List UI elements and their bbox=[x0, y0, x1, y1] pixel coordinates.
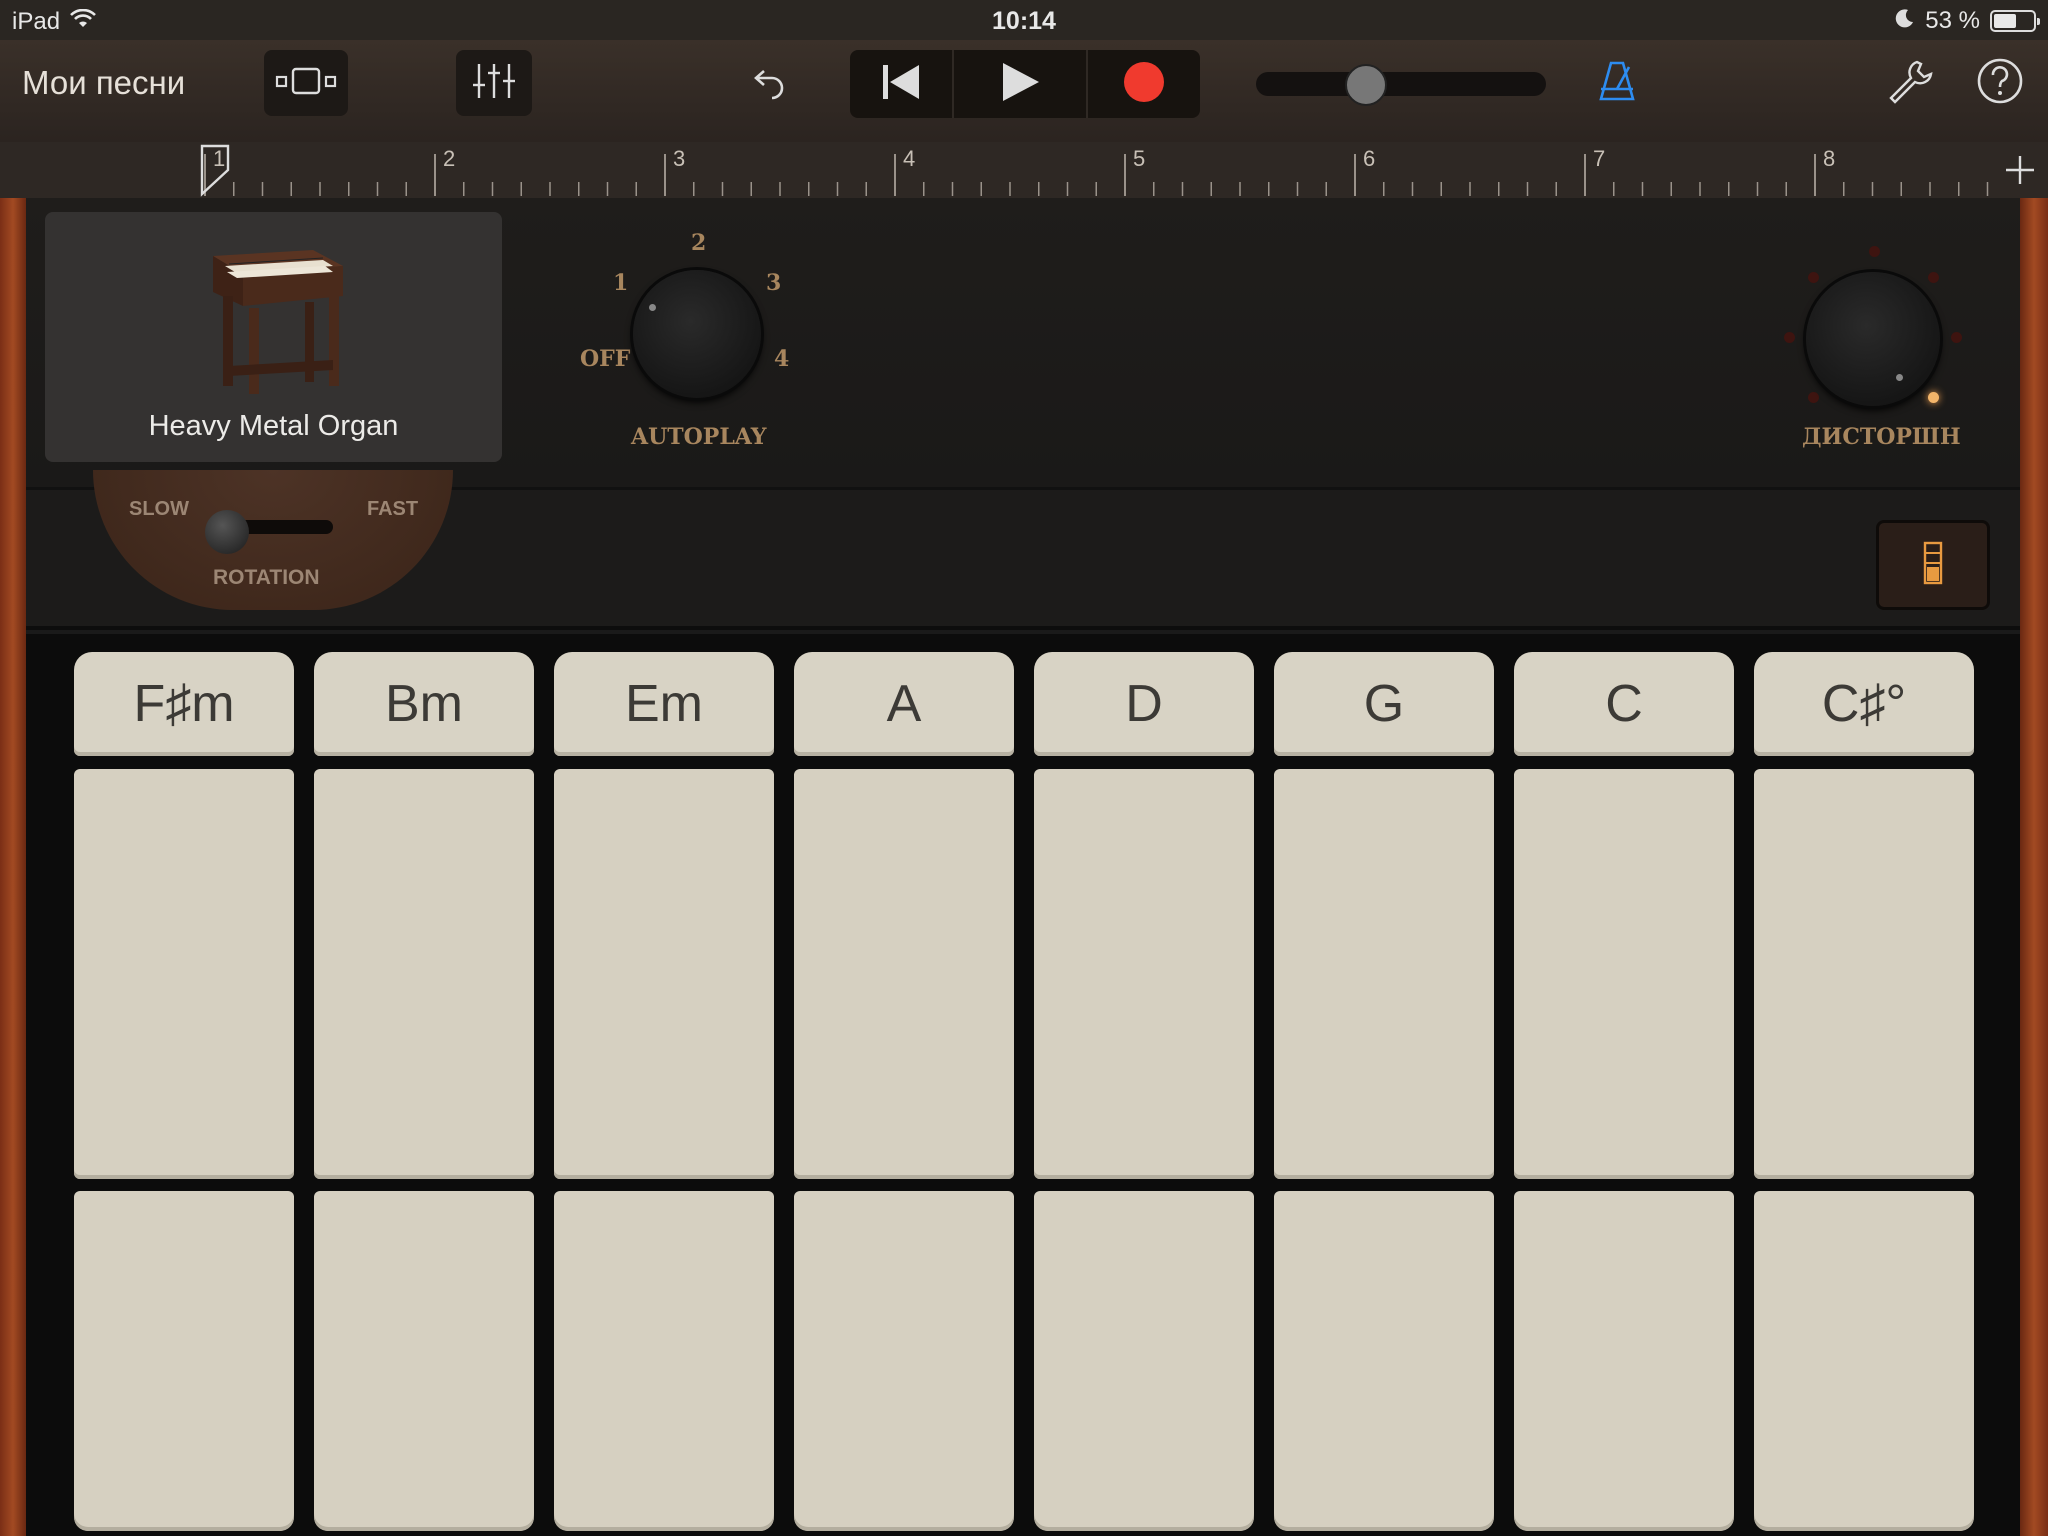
autoplay-knob-indicator bbox=[649, 304, 656, 311]
ruler-bar-number: 2 bbox=[443, 146, 456, 171]
distortion-label: ДИСТОРШН bbox=[1802, 424, 1961, 450]
chord-pad-upper[interactable] bbox=[74, 769, 294, 1179]
rewind-button[interactable] bbox=[850, 50, 954, 118]
ruler-bar-number: 7 bbox=[1593, 146, 1606, 171]
rotation-slow-label: SLOW bbox=[129, 498, 189, 520]
record-button[interactable] bbox=[1088, 50, 1200, 118]
chord-pad-upper[interactable] bbox=[794, 769, 1014, 1179]
mixer-icon bbox=[471, 61, 517, 106]
chord-pad-lower[interactable] bbox=[794, 1191, 1014, 1531]
autoplay-knob[interactable] bbox=[633, 270, 761, 398]
chord-button[interactable]: C♯° bbox=[1754, 652, 1974, 756]
autoplay-pos-4[interactable]: 4 bbox=[774, 346, 789, 372]
drawbar-view-button[interactable] bbox=[1876, 520, 1990, 610]
autoplay-pos-1[interactable]: 1 bbox=[613, 270, 628, 296]
autoplay-pos-2[interactable]: 2 bbox=[691, 230, 706, 256]
autoplay-label: AUTOPLAY bbox=[631, 424, 767, 450]
rotation-label: ROTATION bbox=[213, 566, 320, 589]
chord-pad-upper[interactable] bbox=[1274, 769, 1494, 1179]
record-icon bbox=[1122, 60, 1166, 109]
transport-controls bbox=[850, 50, 1200, 118]
distortion-led-active bbox=[1928, 392, 1939, 403]
chord-pad-lower[interactable] bbox=[74, 1191, 294, 1531]
metronome-icon bbox=[1597, 59, 1637, 108]
play-icon bbox=[999, 61, 1041, 108]
toolbar: Мои песни bbox=[0, 40, 2048, 142]
distortion-knob-indicator bbox=[1896, 374, 1903, 381]
chord-pad-upper[interactable] bbox=[1754, 769, 1974, 1179]
playhead-icon[interactable] bbox=[200, 144, 232, 203]
settings-button[interactable] bbox=[1882, 50, 1938, 116]
distortion-led bbox=[1928, 272, 1939, 283]
distortion-knob[interactable] bbox=[1806, 272, 1940, 406]
distortion-led bbox=[1869, 246, 1880, 257]
chord-strips: F♯m Bm Em A D G C C♯° bbox=[26, 634, 2020, 1536]
chord-button[interactable]: G bbox=[1274, 652, 1494, 756]
ruler-bar-number: 4 bbox=[903, 146, 916, 171]
battery-fill bbox=[1994, 14, 2017, 28]
chord-button[interactable]: F♯m bbox=[74, 652, 294, 756]
distortion-led bbox=[1808, 392, 1819, 403]
chord-pad-upper[interactable] bbox=[1514, 769, 1734, 1179]
chord-pad-lower[interactable] bbox=[314, 1191, 534, 1531]
distortion-led bbox=[1808, 272, 1819, 283]
undo-icon bbox=[750, 61, 790, 106]
organ-image bbox=[193, 236, 353, 401]
volume-slider-handle[interactable] bbox=[1345, 64, 1388, 106]
chord-pad-upper[interactable] bbox=[1034, 769, 1254, 1179]
ruler-bar-number: 3 bbox=[673, 146, 686, 171]
wrench-icon bbox=[1887, 58, 1933, 109]
chord-pad-lower[interactable] bbox=[1514, 1191, 1734, 1531]
volume-slider[interactable] bbox=[1256, 72, 1546, 96]
chord-button[interactable]: D bbox=[1034, 652, 1254, 756]
view-toggle-icon bbox=[275, 66, 337, 101]
my-songs-button[interactable]: Мои песни bbox=[22, 64, 185, 102]
add-section-button[interactable] bbox=[2004, 154, 2036, 191]
chord-pad-lower[interactable] bbox=[1034, 1191, 1254, 1531]
instrument-selector[interactable]: Heavy Metal Organ bbox=[45, 212, 502, 462]
ruler-bar-number: 8 bbox=[1823, 146, 1836, 171]
instrument-name: Heavy Metal Organ bbox=[148, 410, 399, 442]
chord-button[interactable]: Bm bbox=[314, 652, 534, 756]
battery-percent: 53 % bbox=[1925, 7, 1980, 34]
chord-pad-lower[interactable] bbox=[1754, 1191, 1974, 1531]
rewind-icon bbox=[880, 62, 922, 107]
chord-pad-lower[interactable] bbox=[554, 1191, 774, 1531]
distortion-led bbox=[1951, 332, 1962, 343]
chord-button[interactable]: Em bbox=[554, 652, 774, 756]
drawbar-icon bbox=[1921, 541, 1945, 590]
chord-pad-lower[interactable] bbox=[1274, 1191, 1494, 1531]
battery-icon bbox=[1990, 10, 2040, 32]
help-icon bbox=[1976, 57, 2024, 110]
distortion-led bbox=[1784, 332, 1795, 343]
view-toggle-button[interactable] bbox=[264, 50, 348, 116]
chord-pad-upper[interactable] bbox=[554, 769, 774, 1179]
undo-button[interactable] bbox=[740, 50, 800, 116]
rotation-fast-label: FAST bbox=[367, 498, 419, 520]
autoplay-pos-off[interactable]: OFF bbox=[580, 346, 630, 372]
play-button[interactable] bbox=[954, 50, 1089, 118]
chord-button[interactable]: A bbox=[794, 652, 1014, 756]
moon-icon bbox=[1895, 7, 1915, 35]
status-bar: iPad 10:14 53 % bbox=[0, 0, 2048, 40]
autoplay-pos-3[interactable]: 3 bbox=[766, 270, 781, 296]
chord-pad-upper[interactable] bbox=[314, 769, 534, 1179]
ruler-ticks bbox=[204, 154, 1989, 196]
clock: 10:14 bbox=[992, 7, 1056, 35]
mixer-button[interactable] bbox=[456, 50, 532, 116]
ruler-bar-number: 5 bbox=[1133, 146, 1146, 171]
rotation-switch-handle[interactable] bbox=[205, 510, 249, 554]
wood-side-left bbox=[0, 198, 26, 1536]
metronome-button[interactable] bbox=[1592, 50, 1642, 116]
help-button[interactable] bbox=[1970, 50, 2030, 116]
timeline-ruler[interactable]: 12345678 bbox=[0, 142, 2048, 198]
wood-side-right bbox=[2020, 198, 2048, 1536]
chord-button[interactable]: C bbox=[1514, 652, 1734, 756]
ruler-bar-number: 6 bbox=[1363, 146, 1376, 171]
